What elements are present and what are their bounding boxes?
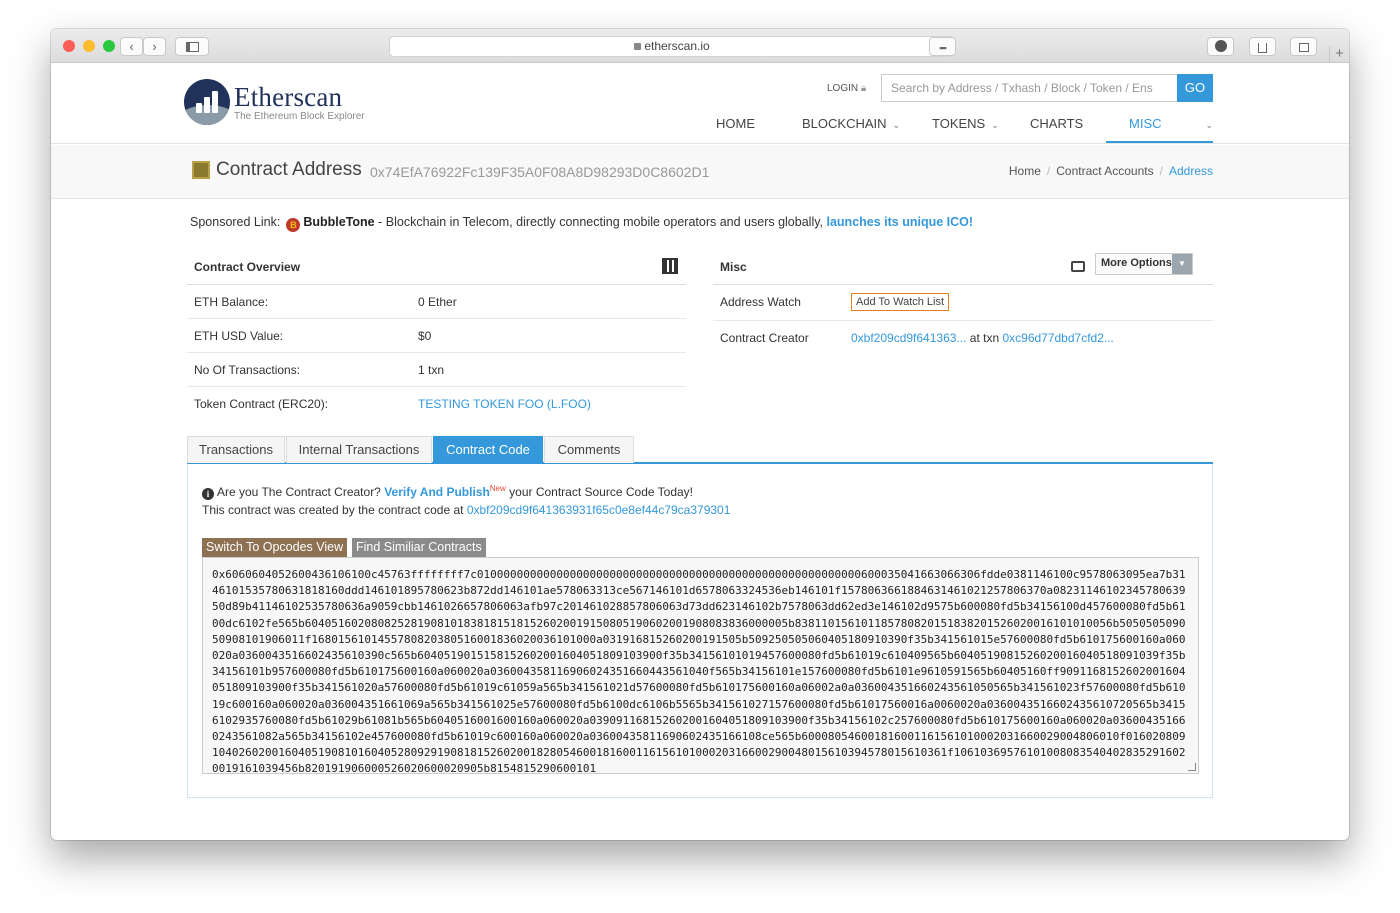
tab-contract-code[interactable]: Contract Code <box>433 436 543 463</box>
verify-publish-link[interactable]: Verify And Publish <box>384 485 490 499</box>
info-icon: i <box>202 488 214 500</box>
lock-icon <box>634 43 642 50</box>
page-title-band: Contract Address 0x74EfA76922Fc139F35A0F… <box>51 145 1349 199</box>
print-icon[interactable] <box>1071 261 1085 272</box>
tab-comments[interactable]: Comments <box>544 436 634 463</box>
eth-balance-value: 0 Ether <box>418 295 457 309</box>
new-badge: New <box>489 484 506 493</box>
sponsor-name[interactable]: BubbleTone <box>303 215 374 229</box>
at-txn-text: at txn <box>966 331 1003 345</box>
share-icon <box>1258 43 1267 53</box>
contract-creator-row: Contract Creator 0xbf209cd9f641363... at… <box>713 321 1213 357</box>
more-options-dropdown[interactable]: More Options ▼ <box>1095 253 1193 275</box>
misc-panel: Misc More Options ▼ Address Watch Add To … <box>713 250 1213 357</box>
downloads-button[interactable] <box>1207 37 1234 56</box>
tx-count-value: 1 txn <box>418 363 445 377</box>
address-watch-row: Address Watch Add To Watch List <box>713 285 1213 321</box>
overview-row: Token Contract (ERC20): TESTING TOKEN FOO… <box>187 387 686 421</box>
address-bar[interactable]: etherscan.io <box>389 36 955 57</box>
switch-to-opcodes-button[interactable]: Switch To Opcodes View <box>202 538 348 557</box>
contract-overview-panel: Contract Overview ETH Balance: 0 Ether ET… <box>187 250 686 421</box>
contract-creator-label: Contract Creator <box>720 331 809 345</box>
nav-active-indicator <box>1106 141 1213 143</box>
download-icon <box>1214 40 1227 52</box>
breadcrumb-home[interactable]: Home <box>1009 164 1041 178</box>
bubbletone-logo-icon: B <box>286 218 301 232</box>
overview-title: Contract Overview <box>187 250 686 285</box>
contract-code-panel: i Are you The Contract Creator? Verify An… <box>187 464 1213 798</box>
sponsor-text: - Blockchain in Telecom, directly connec… <box>374 215 827 229</box>
misc-title: Misc More Options ▼ <box>713 250 1213 285</box>
overview-row: ETH USD Value: $0 <box>187 319 686 353</box>
tx-count-label: No Of Transactions: <box>194 363 301 377</box>
top-sites-button[interactable]: ▪▪▪ <box>929 37 956 56</box>
tab-transactions[interactable]: Transactions <box>187 436 285 463</box>
creator-prompt: i Are you The Contract Creator? Verify An… <box>202 484 693 500</box>
token-contract-link[interactable]: TESTING TOKEN FOO (L.FOO) <box>418 397 591 411</box>
eth-balance-label: ETH Balance: <box>194 295 269 309</box>
created-by-text: This contract was created by the contrac… <box>202 503 731 517</box>
search-go-button[interactable]: GO <box>1177 74 1213 102</box>
eth-usd-value: $0 <box>418 329 432 343</box>
search-input[interactable]: Search by Address / Txhash / Block / Tok… <box>881 74 1177 102</box>
site-header: Etherscan The Ethereum Block Explorer LO… <box>51 64 1349 144</box>
back-icon: ‹ <box>129 39 134 54</box>
nav-tokens[interactable]: TOKENS ⌄ <box>932 116 999 131</box>
chevron-down-icon: ⌄ <box>892 120 901 130</box>
creator-address-link[interactable]: 0xbf209cd9f641363... <box>851 331 966 345</box>
tabs-overview-button[interactable] <box>1290 37 1317 56</box>
nav-charts[interactable]: CHARTS <box>1030 116 1083 131</box>
url-text: etherscan.io <box>644 39 710 53</box>
forward-icon: › <box>152 39 157 54</box>
address-watch-label: Address Watch <box>720 295 801 309</box>
new-tab-button[interactable]: + <box>1329 46 1349 63</box>
tab-internal-transactions[interactable]: Internal Transactions <box>286 436 432 463</box>
contract-address: 0x74EfA76922Fc139F35A0F08A8D98293D0C8602… <box>370 164 710 180</box>
page-title: Contract Address <box>216 159 362 180</box>
contract-icon <box>192 161 210 179</box>
chevron-down-icon: ▼ <box>1172 254 1192 274</box>
overview-row: ETH Balance: 0 Ether <box>187 285 686 319</box>
sponsor-label: Sponsored Link: <box>190 215 281 229</box>
add-to-watch-list-button[interactable]: Add To Watch List <box>851 293 950 311</box>
nav-home[interactable]: HOME <box>716 116 755 131</box>
bytecode-textarea[interactable]: 0x6060604052600436106100c45763ffffffff7c… <box>202 557 1199 774</box>
sidebar-icon <box>185 42 199 52</box>
token-contract-label: Token Contract (ERC20): <box>194 397 329 411</box>
zoom-window-button[interactable] <box>103 40 115 52</box>
sponsor-ico-link[interactable]: launches its unique ICO! <box>827 215 974 229</box>
etherscan-logo-icon[interactable] <box>184 79 230 125</box>
browser-toolbar: ‹ › etherscan.io ▪▪▪ + <box>51 29 1349 63</box>
breadcrumb-contract-accounts[interactable]: Contract Accounts <box>1056 164 1153 178</box>
share-button[interactable] <box>1249 37 1276 56</box>
eth-usd-label: ETH USD Value: <box>194 329 284 343</box>
login-link[interactable]: LOGIN 🔒︎ <box>827 83 866 94</box>
qr-code-icon[interactable] <box>662 258 678 274</box>
browser-window: ‹ › etherscan.io ▪▪▪ + Etherscan The Eth… <box>51 29 1349 840</box>
sponsored-link: Sponsored Link: B BubbleTone - Blockchain … <box>190 215 973 232</box>
tabs-icon <box>1298 43 1309 52</box>
creator-code-address-link[interactable]: 0xbf209cd9f641363931f65c0e8ef44c79ca3793… <box>467 503 731 517</box>
minimize-window-button[interactable] <box>83 40 95 52</box>
creator-txn-link[interactable]: 0xc96d77dbd7cfd2... <box>1002 331 1113 345</box>
chevron-down-icon: ⌄ <box>1205 120 1214 130</box>
breadcrumb: Home / Contract Accounts / Address <box>1008 164 1213 178</box>
address-tabs: Transactions Internal Transactions Contr… <box>187 436 1213 464</box>
logo-title[interactable]: Etherscan <box>234 82 342 113</box>
lock-icon: 🔒︎ <box>860 83 867 94</box>
resize-grip-icon[interactable] <box>1188 763 1196 771</box>
nav-misc[interactable]: MISC ⌄ <box>1129 116 1213 131</box>
forward-button[interactable]: › <box>143 37 166 56</box>
breadcrumb-address: Address <box>1168 164 1213 178</box>
find-similar-contracts-button[interactable]: Find Similiar Contracts <box>352 538 486 557</box>
bytecode-text: 0x6060604052600436106100c45763ffffffff7c… <box>212 568 1186 774</box>
grid-icon: ▪▪▪ <box>939 43 947 53</box>
nav-blockchain[interactable]: BLOCKCHAIN ⌄ <box>802 116 900 131</box>
sidebar-button[interactable] <box>175 37 209 56</box>
back-button[interactable]: ‹ <box>120 37 143 56</box>
chevron-down-icon: ⌄ <box>991 120 999 130</box>
logo-subtitle: The Ethereum Block Explorer <box>234 111 365 122</box>
overview-row: No Of Transactions: 1 txn <box>187 353 686 387</box>
close-window-button[interactable] <box>63 40 75 52</box>
